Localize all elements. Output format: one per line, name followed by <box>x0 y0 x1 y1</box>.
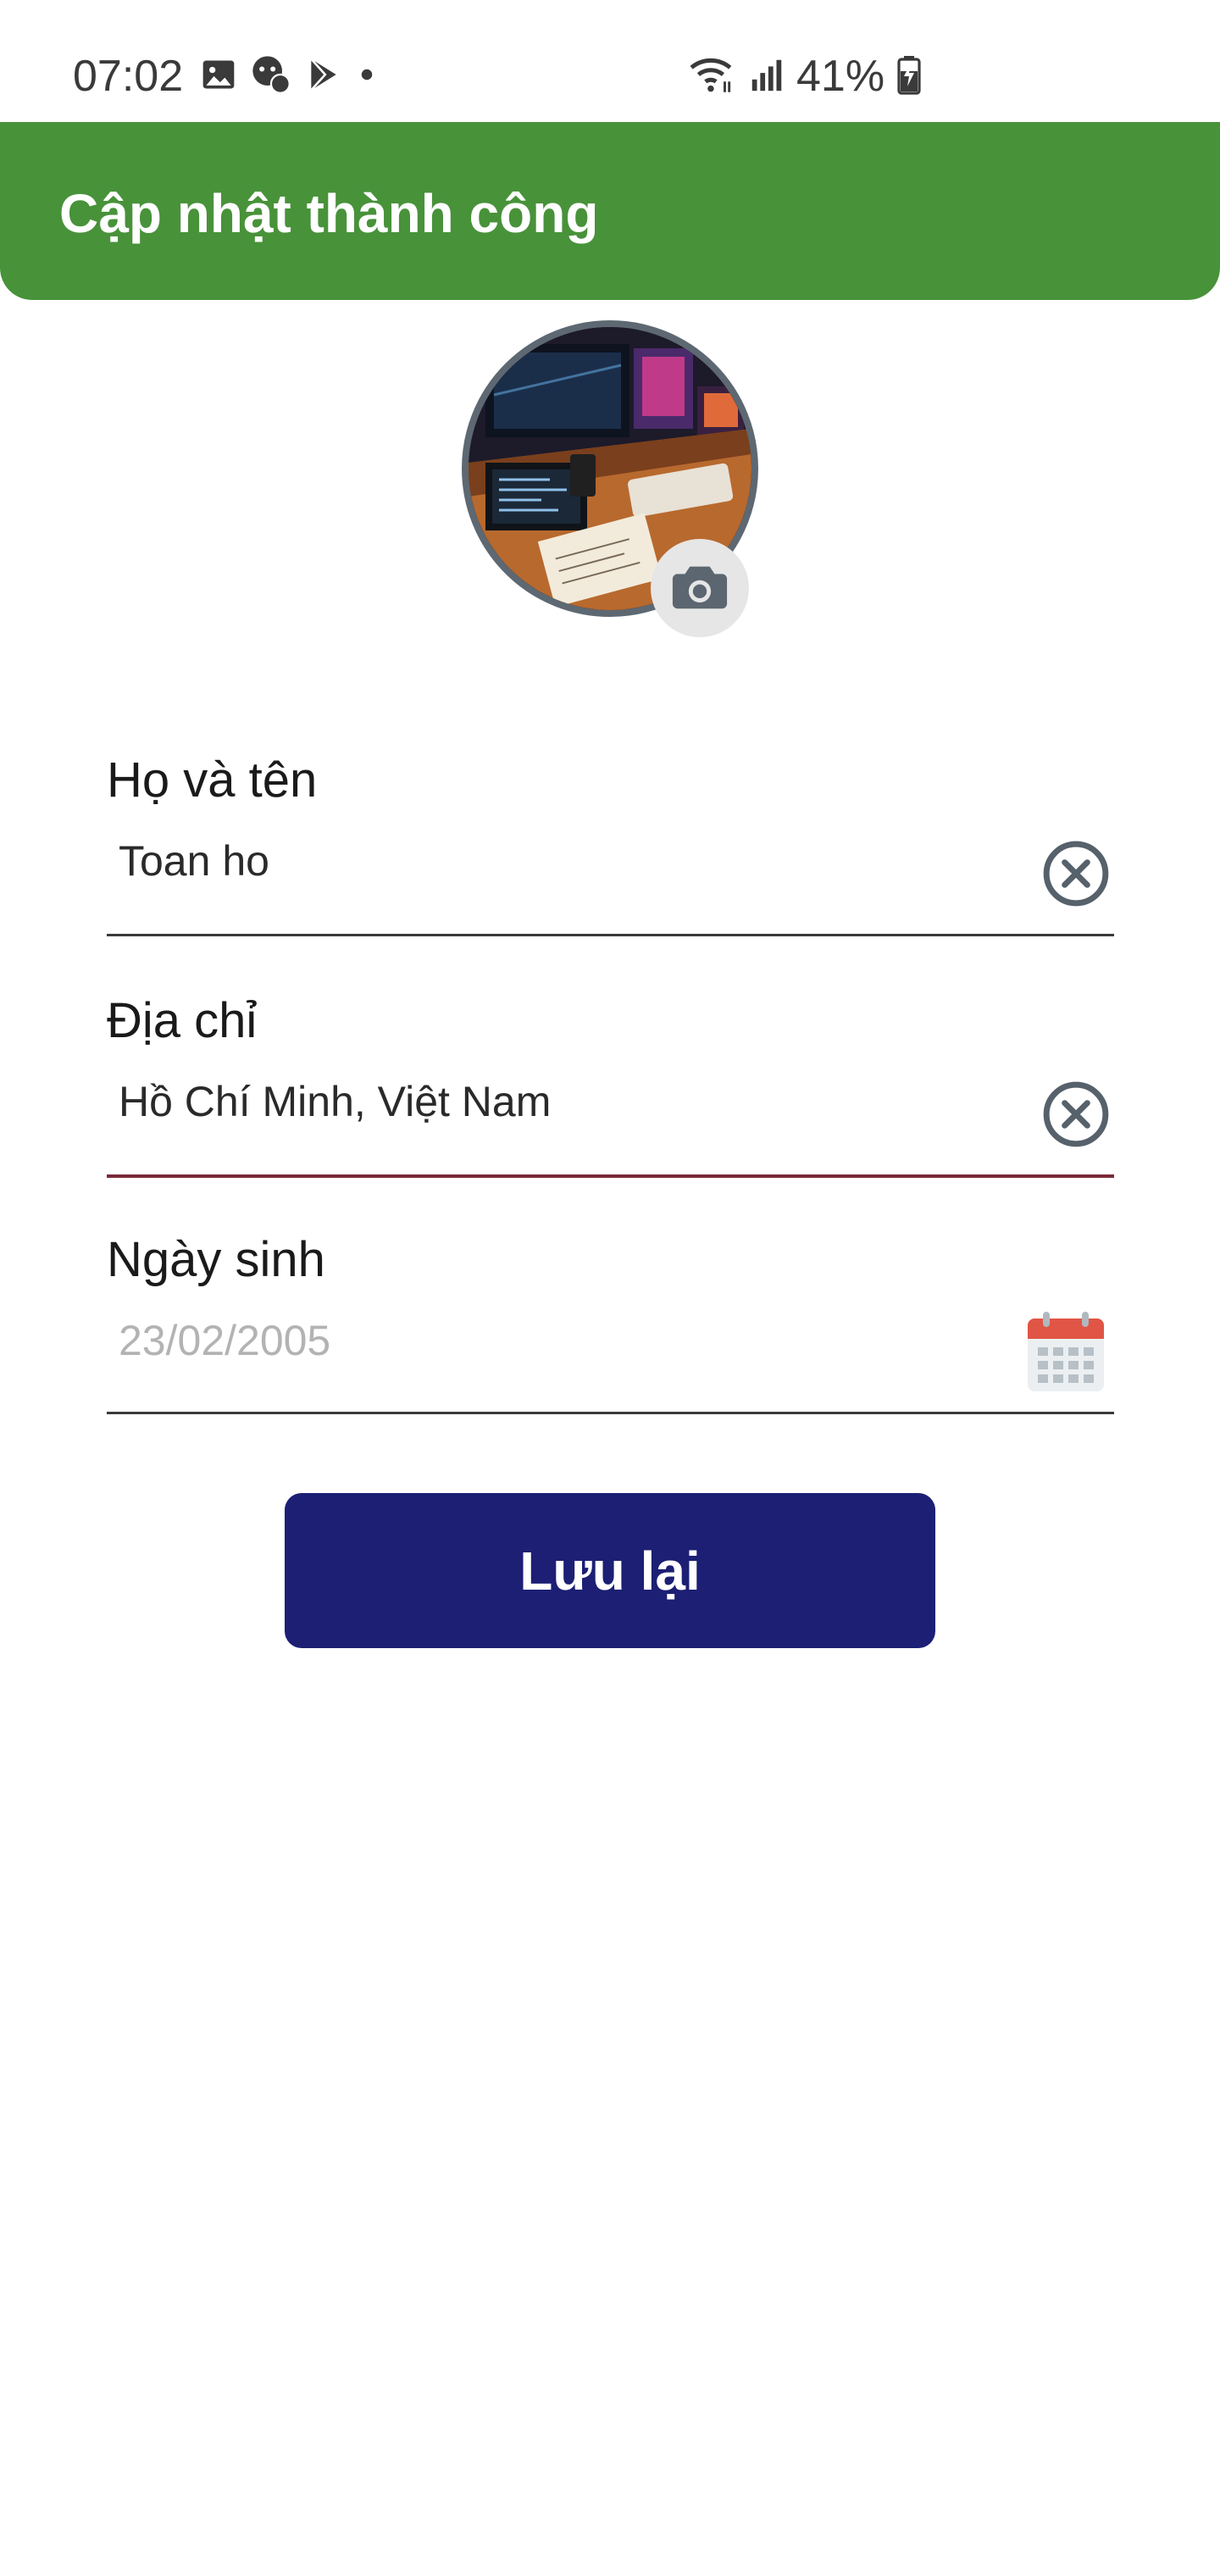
birthday-field: Ngày sinh 23/02/2005 <box>107 1230 1114 1417</box>
gallery-icon <box>200 56 237 93</box>
address-input[interactable]: Hồ Chí Minh, Việt Nam <box>119 1076 1008 1127</box>
date-picker-button[interactable] <box>1026 1310 1106 1395</box>
change-avatar-button[interactable] <box>651 539 749 637</box>
status-bar: 07:02 41% <box>0 0 1220 127</box>
clear-address-button[interactable] <box>1041 1080 1111 1149</box>
battery-percent: 41% <box>796 52 885 101</box>
clear-icon <box>1043 1081 1109 1147</box>
address-underline <box>107 1174 1114 1178</box>
calendar-icon <box>1028 1312 1104 1391</box>
battery-charging-icon <box>895 54 923 99</box>
full-name-underline <box>107 934 1114 936</box>
dot-icon <box>354 62 380 87</box>
full-name-field: Họ và tên Toan ho <box>107 751 1114 937</box>
chat-bubbles-icon <box>249 53 293 97</box>
save-button[interactable]: Lưu lại <box>285 1493 935 1648</box>
birthday-input[interactable]: 23/02/2005 <box>119 1315 1008 1366</box>
status-system-icons: 41% <box>688 49 923 103</box>
wifi-icon <box>688 53 737 100</box>
play-store-icon <box>305 56 342 93</box>
full-name-label: Họ và tên <box>107 752 318 808</box>
success-toast: Cập nhật thành công <box>0 122 1220 300</box>
clear-full-name-button[interactable] <box>1041 839 1111 908</box>
signal-icon <box>747 55 786 98</box>
clear-icon <box>1043 841 1109 907</box>
status-notification-icons <box>200 53 380 97</box>
birthday-underline <box>107 1412 1114 1414</box>
camera-icon <box>670 561 729 616</box>
full-name-input[interactable]: Toan ho <box>119 836 1008 886</box>
toast-message: Cập nhật thành công <box>59 183 599 244</box>
birthday-label: Ngày sinh <box>107 1232 325 1287</box>
address-label: Địa chỉ <box>107 993 258 1048</box>
status-time: 07:02 <box>73 52 184 101</box>
address-field: Địa chỉ Hồ Chí Minh, Việt Nam <box>107 991 1114 1178</box>
